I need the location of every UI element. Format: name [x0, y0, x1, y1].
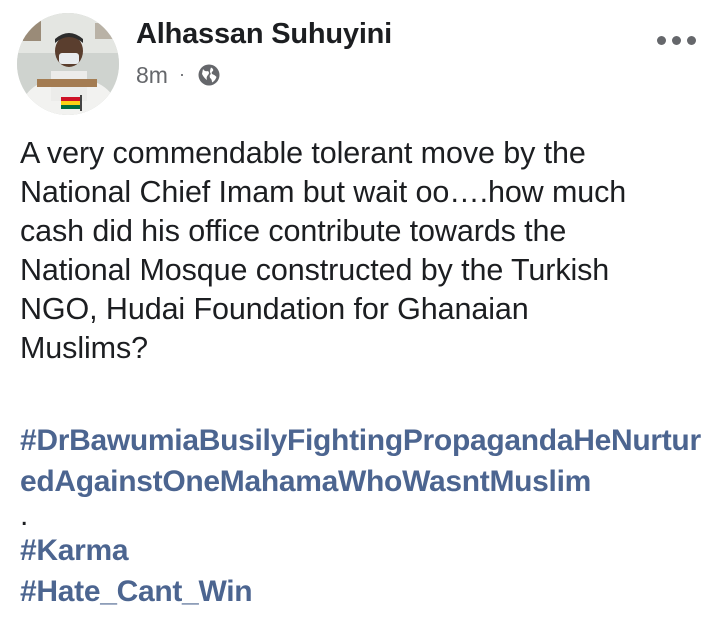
- hashtag-separator: .: [20, 499, 29, 532]
- post-body: A very commendable tolerant move by the …: [20, 134, 710, 368]
- post-body-line: cash did his office contribute towards t…: [20, 214, 567, 248]
- hashtag-link-hate-cant-win[interactable]: #Hate_Cant_Win: [20, 571, 710, 612]
- post-body-line: National Chief Imam but wait oo….how muc…: [20, 175, 627, 209]
- post-body-line: NGO, Hudai Foundation for Ghanaian: [20, 292, 529, 326]
- hashtag-link[interactable]: #DrBawumiaBusilyFightingPropagandaHeNurt…: [20, 420, 710, 502]
- avatar-photo: [17, 13, 119, 115]
- avatar[interactable]: [17, 13, 119, 115]
- hashtag-block: #DrBawumiaBusilyFightingPropagandaHeNurt…: [20, 420, 710, 612]
- more-dot: [657, 36, 666, 45]
- post-meta: 8m ·: [136, 60, 221, 90]
- more-dot: [672, 36, 681, 45]
- post-body-line: National Mosque constructed by the Turki…: [20, 253, 610, 287]
- meta-separator: ·: [178, 63, 185, 84]
- more-options-icon[interactable]: [657, 36, 696, 45]
- facebook-post: Alhassan Suhuyini 8m · A very commendabl…: [0, 0, 720, 640]
- post-timestamp[interactable]: 8m: [136, 62, 168, 89]
- more-dot: [687, 36, 696, 45]
- globe-icon[interactable]: [197, 63, 221, 87]
- post-body-line: Muslims?: [20, 331, 148, 365]
- author-name[interactable]: Alhassan Suhuyini: [136, 18, 392, 51]
- hashtag-link-karma[interactable]: #Karma: [20, 530, 710, 571]
- post-body-line: A very commendable tolerant move by the: [20, 136, 586, 170]
